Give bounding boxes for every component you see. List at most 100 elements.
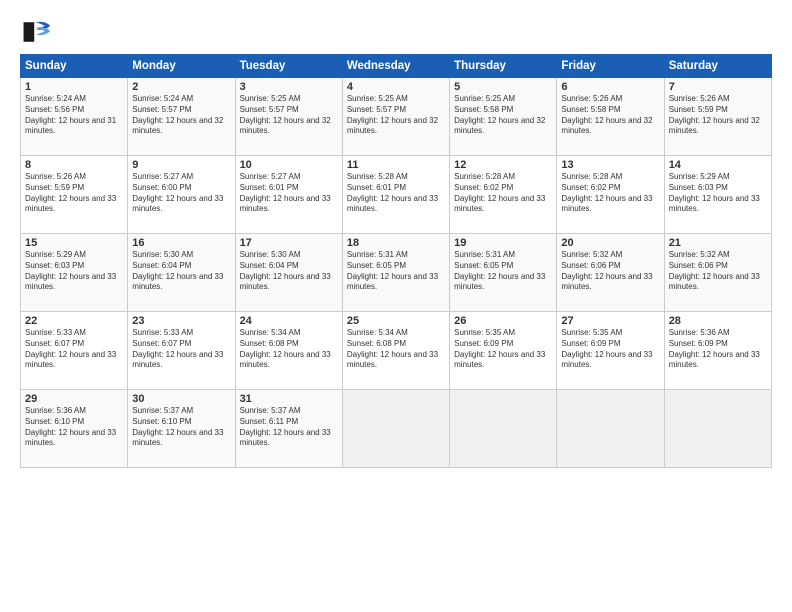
- calendar-cell: 1Sunrise: 5:24 AMSunset: 5:56 PMDaylight…: [21, 78, 128, 156]
- day-info: Sunrise: 5:25 AMSunset: 5:58 PMDaylight:…: [454, 94, 552, 137]
- calendar-cell: 14Sunrise: 5:29 AMSunset: 6:03 PMDayligh…: [664, 156, 771, 234]
- day-number: 11: [347, 159, 445, 171]
- week-row-4: 22Sunrise: 5:33 AMSunset: 6:07 PMDayligh…: [21, 312, 772, 390]
- week-row-1: 1Sunrise: 5:24 AMSunset: 5:56 PMDaylight…: [21, 78, 772, 156]
- day-info: Sunrise: 5:29 AMSunset: 6:03 PMDaylight:…: [669, 172, 767, 215]
- day-info: Sunrise: 5:27 AMSunset: 6:00 PMDaylight:…: [132, 172, 230, 215]
- calendar-cell: 15Sunrise: 5:29 AMSunset: 6:03 PMDayligh…: [21, 234, 128, 312]
- calendar-cell: 3Sunrise: 5:25 AMSunset: 5:57 PMDaylight…: [235, 78, 342, 156]
- day-info: Sunrise: 5:26 AMSunset: 5:59 PMDaylight:…: [669, 94, 767, 137]
- day-number: 15: [25, 237, 123, 249]
- day-number: 13: [561, 159, 659, 171]
- day-info: Sunrise: 5:28 AMSunset: 6:01 PMDaylight:…: [347, 172, 445, 215]
- calendar-cell: 19Sunrise: 5:31 AMSunset: 6:05 PMDayligh…: [450, 234, 557, 312]
- day-info: Sunrise: 5:24 AMSunset: 5:57 PMDaylight:…: [132, 94, 230, 137]
- day-info: Sunrise: 5:28 AMSunset: 6:02 PMDaylight:…: [561, 172, 659, 215]
- day-number: 22: [25, 315, 123, 327]
- day-info: Sunrise: 5:31 AMSunset: 6:05 PMDaylight:…: [454, 250, 552, 293]
- calendar-cell: 26Sunrise: 5:35 AMSunset: 6:09 PMDayligh…: [450, 312, 557, 390]
- day-info: Sunrise: 5:37 AMSunset: 6:11 PMDaylight:…: [240, 406, 338, 449]
- calendar-table: SundayMondayTuesdayWednesdayThursdayFrid…: [20, 54, 772, 468]
- header: [20, 18, 772, 46]
- calendar-cell: 27Sunrise: 5:35 AMSunset: 6:09 PMDayligh…: [557, 312, 664, 390]
- day-number: 10: [240, 159, 338, 171]
- calendar-cell: 10Sunrise: 5:27 AMSunset: 6:01 PMDayligh…: [235, 156, 342, 234]
- day-info: Sunrise: 5:26 AMSunset: 5:58 PMDaylight:…: [561, 94, 659, 137]
- calendar-cell: [342, 390, 449, 468]
- generalblue-logo-icon: [20, 18, 52, 46]
- day-number: 24: [240, 315, 338, 327]
- day-info: Sunrise: 5:33 AMSunset: 6:07 PMDaylight:…: [25, 328, 123, 371]
- day-info: Sunrise: 5:28 AMSunset: 6:02 PMDaylight:…: [454, 172, 552, 215]
- day-number: 30: [132, 393, 230, 405]
- calendar-cell: 31Sunrise: 5:37 AMSunset: 6:11 PMDayligh…: [235, 390, 342, 468]
- calendar-cell: 22Sunrise: 5:33 AMSunset: 6:07 PMDayligh…: [21, 312, 128, 390]
- header-day-tuesday: Tuesday: [235, 55, 342, 78]
- calendar-cell: [557, 390, 664, 468]
- header-day-monday: Monday: [128, 55, 235, 78]
- calendar-cell: [664, 390, 771, 468]
- day-number: 1: [25, 81, 123, 93]
- day-number: 23: [132, 315, 230, 327]
- day-number: 31: [240, 393, 338, 405]
- day-info: Sunrise: 5:24 AMSunset: 5:56 PMDaylight:…: [25, 94, 123, 137]
- day-info: Sunrise: 5:30 AMSunset: 6:04 PMDaylight:…: [132, 250, 230, 293]
- day-info: Sunrise: 5:37 AMSunset: 6:10 PMDaylight:…: [132, 406, 230, 449]
- calendar-cell: 9Sunrise: 5:27 AMSunset: 6:00 PMDaylight…: [128, 156, 235, 234]
- day-number: 9: [132, 159, 230, 171]
- calendar-cell: 4Sunrise: 5:25 AMSunset: 5:57 PMDaylight…: [342, 78, 449, 156]
- logo: [20, 18, 56, 46]
- calendar-cell: 8Sunrise: 5:26 AMSunset: 5:59 PMDaylight…: [21, 156, 128, 234]
- day-number: 28: [669, 315, 767, 327]
- day-info: Sunrise: 5:30 AMSunset: 6:04 PMDaylight:…: [240, 250, 338, 293]
- day-info: Sunrise: 5:27 AMSunset: 6:01 PMDaylight:…: [240, 172, 338, 215]
- day-number: 27: [561, 315, 659, 327]
- calendar-cell: 18Sunrise: 5:31 AMSunset: 6:05 PMDayligh…: [342, 234, 449, 312]
- day-number: 20: [561, 237, 659, 249]
- day-info: Sunrise: 5:32 AMSunset: 6:06 PMDaylight:…: [669, 250, 767, 293]
- day-info: Sunrise: 5:25 AMSunset: 5:57 PMDaylight:…: [347, 94, 445, 137]
- day-number: 12: [454, 159, 552, 171]
- calendar-cell: 2Sunrise: 5:24 AMSunset: 5:57 PMDaylight…: [128, 78, 235, 156]
- header-day-saturday: Saturday: [664, 55, 771, 78]
- day-number: 2: [132, 81, 230, 93]
- day-number: 3: [240, 81, 338, 93]
- page: SundayMondayTuesdayWednesdayThursdayFrid…: [0, 0, 792, 612]
- header-day-wednesday: Wednesday: [342, 55, 449, 78]
- calendar-cell: 23Sunrise: 5:33 AMSunset: 6:07 PMDayligh…: [128, 312, 235, 390]
- calendar-cell: 5Sunrise: 5:25 AMSunset: 5:58 PMDaylight…: [450, 78, 557, 156]
- day-number: 17: [240, 237, 338, 249]
- day-number: 4: [347, 81, 445, 93]
- calendar-cell: 20Sunrise: 5:32 AMSunset: 6:06 PMDayligh…: [557, 234, 664, 312]
- day-number: 25: [347, 315, 445, 327]
- day-number: 29: [25, 393, 123, 405]
- day-number: 6: [561, 81, 659, 93]
- day-number: 19: [454, 237, 552, 249]
- week-row-3: 15Sunrise: 5:29 AMSunset: 6:03 PMDayligh…: [21, 234, 772, 312]
- day-info: Sunrise: 5:35 AMSunset: 6:09 PMDaylight:…: [561, 328, 659, 371]
- header-day-friday: Friday: [557, 55, 664, 78]
- day-info: Sunrise: 5:32 AMSunset: 6:06 PMDaylight:…: [561, 250, 659, 293]
- day-info: Sunrise: 5:25 AMSunset: 5:57 PMDaylight:…: [240, 94, 338, 137]
- calendar-cell: 24Sunrise: 5:34 AMSunset: 6:08 PMDayligh…: [235, 312, 342, 390]
- day-number: 18: [347, 237, 445, 249]
- day-info: Sunrise: 5:36 AMSunset: 6:10 PMDaylight:…: [25, 406, 123, 449]
- calendar-cell: 12Sunrise: 5:28 AMSunset: 6:02 PMDayligh…: [450, 156, 557, 234]
- week-row-2: 8Sunrise: 5:26 AMSunset: 5:59 PMDaylight…: [21, 156, 772, 234]
- calendar-cell: 11Sunrise: 5:28 AMSunset: 6:01 PMDayligh…: [342, 156, 449, 234]
- calendar-cell: 6Sunrise: 5:26 AMSunset: 5:58 PMDaylight…: [557, 78, 664, 156]
- day-info: Sunrise: 5:35 AMSunset: 6:09 PMDaylight:…: [454, 328, 552, 371]
- day-info: Sunrise: 5:34 AMSunset: 6:08 PMDaylight:…: [347, 328, 445, 371]
- day-info: Sunrise: 5:26 AMSunset: 5:59 PMDaylight:…: [25, 172, 123, 215]
- calendar-cell: 17Sunrise: 5:30 AMSunset: 6:04 PMDayligh…: [235, 234, 342, 312]
- calendar-cell: 29Sunrise: 5:36 AMSunset: 6:10 PMDayligh…: [21, 390, 128, 468]
- day-info: Sunrise: 5:29 AMSunset: 6:03 PMDaylight:…: [25, 250, 123, 293]
- day-number: 8: [25, 159, 123, 171]
- calendar-cell: 25Sunrise: 5:34 AMSunset: 6:08 PMDayligh…: [342, 312, 449, 390]
- header-day-thursday: Thursday: [450, 55, 557, 78]
- day-info: Sunrise: 5:36 AMSunset: 6:09 PMDaylight:…: [669, 328, 767, 371]
- calendar-cell: 28Sunrise: 5:36 AMSunset: 6:09 PMDayligh…: [664, 312, 771, 390]
- header-day-sunday: Sunday: [21, 55, 128, 78]
- day-info: Sunrise: 5:31 AMSunset: 6:05 PMDaylight:…: [347, 250, 445, 293]
- header-row: SundayMondayTuesdayWednesdayThursdayFrid…: [21, 55, 772, 78]
